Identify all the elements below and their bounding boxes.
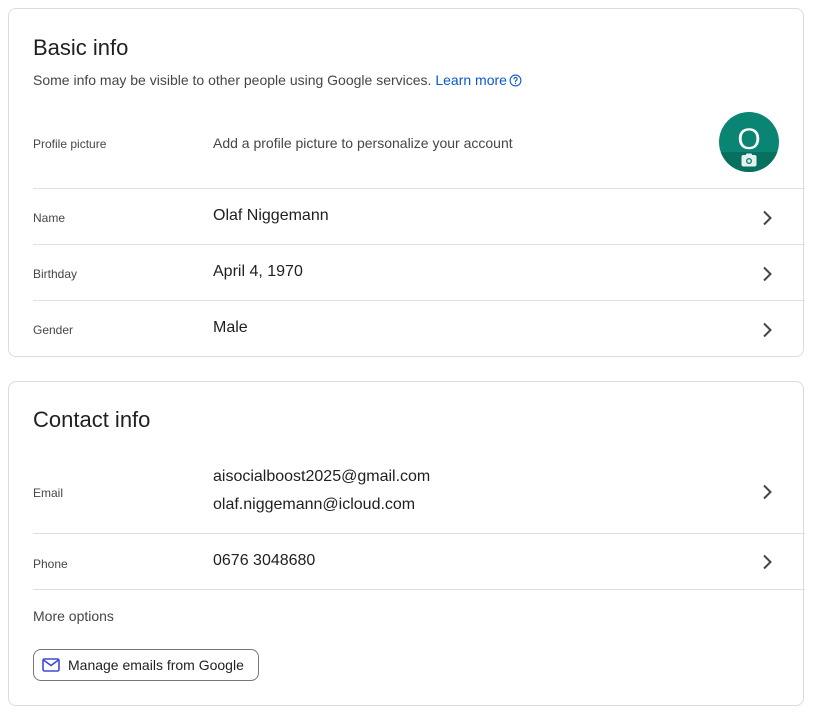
chevron-right-icon (763, 210, 772, 226)
manage-emails-button[interactable]: Manage emails from Google (33, 649, 259, 681)
email-label: Email (33, 486, 64, 500)
chevron-right-icon (763, 484, 772, 500)
email-value-secondary: olaf.niggemann@icloud.com (213, 496, 416, 513)
profile-picture-row[interactable]: Profile picture Add a profile picture to… (33, 105, 805, 189)
basic-info-title: Basic info (33, 35, 129, 60)
help-icon (509, 74, 522, 87)
name-row[interactable]: Name Olaf Niggemann (33, 189, 805, 245)
basic-info-subtitle: Some info may be visible to other people… (33, 70, 522, 90)
email-value-primary: aisocialboost2025@gmail.com (213, 468, 431, 485)
contact-info-card: Contact info Email aisocialboost2025@gma… (8, 381, 805, 706)
birthday-label: Birthday (33, 267, 78, 281)
profile-picture-label: Profile picture (33, 137, 107, 151)
gender-value: Male (213, 319, 248, 336)
avatar[interactable]: O (719, 112, 779, 172)
name-label: Name (33, 211, 66, 225)
chevron-right-icon (763, 322, 772, 338)
chevron-right-icon (763, 266, 772, 282)
name-value: Olaf Niggemann (213, 207, 329, 224)
basic-info-subtitle-text: Some info may be visible to other people… (33, 72, 432, 88)
more-options-label: More options (33, 608, 114, 624)
mail-icon (42, 658, 60, 672)
birthday-row[interactable]: Birthday April 4, 1970 (33, 245, 805, 301)
birthday-value: April 4, 1970 (213, 263, 303, 280)
gender-label: Gender (33, 323, 74, 337)
phone-value: 0676 3048680 (213, 552, 316, 569)
chevron-right-icon (763, 554, 772, 570)
contact-info-title: Contact info (33, 407, 151, 432)
manage-emails-label: Manage emails from Google (68, 657, 244, 673)
camera-icon (741, 153, 757, 167)
email-row[interactable]: Email aisocialboost2025@gmail.com olaf.n… (33, 453, 805, 534)
gender-row[interactable]: Gender Male (33, 301, 805, 356)
learn-more-label: Learn more (435, 72, 507, 88)
learn-more-link[interactable]: Learn more (435, 72, 522, 88)
profile-picture-hint: Add a profile picture to personalize you… (213, 135, 513, 151)
phone-label: Phone (33, 557, 68, 571)
phone-row[interactable]: Phone 0676 3048680 (33, 534, 805, 590)
basic-info-card: Basic info Some info may be visible to o… (8, 8, 805, 357)
